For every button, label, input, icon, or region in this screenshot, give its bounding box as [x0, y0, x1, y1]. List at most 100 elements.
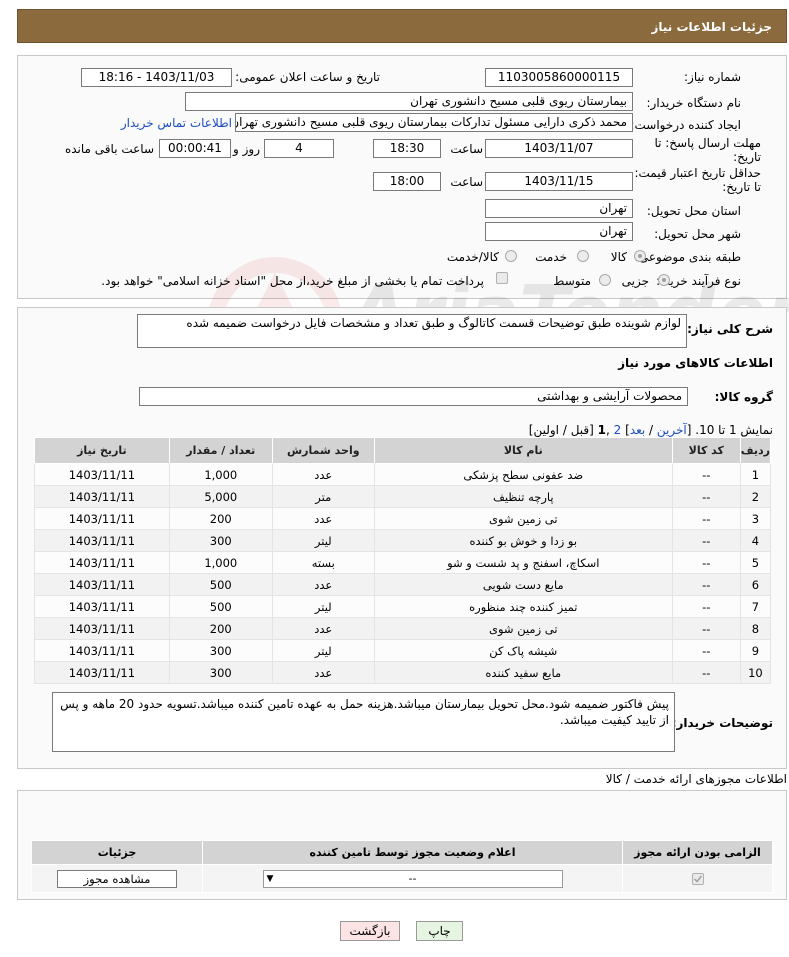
table-row: 10 -- مایع سفید کننده عدد 300 1403/11/11: [34, 661, 772, 684]
need-number-field: 1103005860000115: [485, 68, 633, 87]
remaining-time-field: 00:00:41: [159, 139, 231, 158]
item-code-cell: --: [671, 617, 741, 640]
item-qty-cell: 500: [168, 595, 273, 618]
table-row: 3 -- تی زمین شوی عدد 200 1403/11/11: [34, 507, 772, 530]
pagination-suffix: [قبل / اولین]: [528, 423, 598, 437]
reply-deadline-label: مهلت ارسال پاسخ: تا تاریخ:: [654, 136, 761, 164]
items-table-header: ردیف کد کالا نام کالا واحد شمارش تعداد /…: [34, 437, 772, 464]
item-unit-cell: بسته: [271, 551, 375, 574]
table-row: 4 -- بو زدا و خوش بو کننده لیتر 300 1403/11/1…: [34, 529, 772, 552]
item-date-cell: 1403/11/11: [34, 661, 170, 684]
reply-date-field: 1403/11/07: [485, 139, 633, 158]
items-table: ردیف کد کالا نام کالا واحد شمارش تعداد /…: [34, 437, 772, 684]
pagination-close: ]: [621, 423, 630, 437]
row-number-cell: 10: [739, 661, 772, 684]
item-unit-cell: عدد: [271, 463, 375, 486]
validity-time-field: 18:00: [373, 172, 441, 191]
goods-group-field: محصولات آرایشی و بهداشتی: [139, 387, 688, 406]
goods-group-label: گروه کالا:: [714, 390, 773, 404]
item-date-cell: 1403/11/11: [34, 529, 170, 552]
item-date-cell: 1403/11/11: [34, 639, 170, 662]
treasury-payment-checkbox[interactable]: [496, 272, 508, 284]
summary-textarea[interactable]: لوازم شوینده طبق توضیحات قسمت کاتالوگ و …: [137, 314, 687, 348]
process-minor-radio[interactable]: [658, 274, 670, 286]
print-button[interactable]: چاپ: [416, 921, 463, 941]
table-row: 2 -- پارچه تنظیف متر 5,000 1403/11/11: [34, 485, 772, 508]
table-row: 1 -- ضد عفونی سطح پزشکی عدد 1,000 1403/11/11: [34, 463, 772, 486]
validity-label: حداقل تاریخ اعتبار قیمت: تا تاریخ:: [634, 166, 761, 194]
item-qty-cell: 200: [168, 617, 273, 640]
perm-col-details: جزئیات: [31, 840, 203, 865]
city-label: شهر محل تحویل:: [654, 227, 741, 241]
category-label: طبقه بندی موضوعی:: [634, 250, 741, 264]
col-name: نام کالا: [373, 437, 673, 464]
item-date-cell: 1403/11/11: [34, 617, 170, 640]
item-name-cell: تی زمین شوی: [373, 507, 673, 530]
row-number-cell: 6: [739, 573, 772, 596]
buyer-notes-label: توضیحات خریدار:: [671, 716, 773, 730]
treasury-payment-note: پرداخت تمام یا بخشی از مبلغ خرید،از محل …: [101, 274, 484, 288]
category-goods-radio[interactable]: [634, 250, 646, 262]
item-date-cell: 1403/11/11: [34, 551, 170, 574]
row-number-cell: 5: [739, 551, 772, 574]
category-goods-label: کالا: [610, 250, 627, 264]
item-name-cell: تی زمین شوی: [373, 617, 673, 640]
table-row: 8 -- تی زمین شوی عدد 200 1403/11/11: [34, 617, 772, 640]
check-icon: [693, 875, 702, 883]
item-unit-cell: لیتر: [271, 529, 375, 552]
item-name-cell: ضد عفونی سطح پزشکی: [373, 463, 673, 486]
page-title: جزئیات اطلاعات نیاز: [651, 20, 772, 34]
table-row: 7 -- تمیز کننده چند منظوره لیتر 500 1403/11/1…: [34, 595, 772, 618]
item-code-cell: --: [671, 551, 741, 574]
item-code-cell: --: [671, 595, 741, 618]
item-code-cell: --: [671, 463, 741, 486]
item-name-cell: اسکاچ، اسفنج و پد شست و شو: [373, 551, 673, 574]
buyer-notes-textarea[interactable]: پیش فاکتور ضمیمه شود.محل تحویل بیمارستان…: [52, 692, 675, 752]
buyer-contact-link[interactable]: اطلاعات تماس خریدار: [121, 116, 232, 130]
item-qty-cell: 200: [168, 507, 273, 530]
col-row: ردیف: [739, 437, 772, 464]
page-header: جزئیات اطلاعات نیاز: [17, 9, 787, 43]
item-code-cell: --: [671, 485, 741, 508]
permits-row: -- ▼ مشاهده مجوز: [31, 864, 773, 893]
goods-info-title: اطلاعات کالاهای مورد نیاز: [618, 356, 773, 370]
perm-status-select[interactable]: -- ▼: [262, 869, 563, 888]
item-name-cell: مایع سفید کننده: [373, 661, 673, 684]
process-medium-radio[interactable]: [599, 274, 611, 286]
pagination-last-link[interactable]: آخرین: [657, 423, 687, 437]
permits-table: الزامی بودن ارائه مجوز اعلام وضعیت مجوز …: [31, 840, 773, 893]
category-service-radio[interactable]: [577, 250, 589, 262]
view-permit-button[interactable]: مشاهده مجوز: [57, 869, 177, 888]
item-unit-cell: متر: [271, 485, 375, 508]
perm-details-cell: مشاهده مجوز: [31, 864, 203, 893]
item-qty-cell: 300: [168, 529, 273, 552]
pagination-next-link[interactable]: بعد: [630, 423, 645, 437]
remaining-time-label: ساعت باقی مانده: [64, 142, 154, 156]
item-qty-cell: 1,000: [168, 463, 273, 486]
item-qty-cell: 300: [168, 661, 273, 684]
item-unit-cell: عدد: [271, 617, 375, 640]
col-code: کد کالا: [671, 437, 741, 464]
perm-status-value: --: [408, 871, 417, 885]
table-row: 9 -- شیشه پاک کن لیتر 300 1403/11/11: [34, 639, 772, 662]
perm-status-cell: -- ▼: [202, 864, 623, 893]
row-number-cell: 2: [739, 485, 772, 508]
category-goods-service-label: کالا/خدمت: [446, 250, 499, 264]
pagination-comma: ,: [606, 423, 614, 437]
need-number-label: شماره نیاز:: [684, 70, 741, 84]
item-date-cell: 1403/11/11: [34, 595, 170, 618]
item-name-cell: تمیز کننده چند منظوره: [373, 595, 673, 618]
item-code-cell: --: [671, 507, 741, 530]
item-unit-cell: لیتر: [271, 595, 375, 618]
category-goods-service-radio[interactable]: [505, 250, 517, 262]
process-medium-label: متوسط: [553, 274, 591, 288]
item-name-cell: مایع دست شویی: [373, 573, 673, 596]
days-label: روز و: [233, 142, 260, 156]
province-label: استان محل تحویل:: [646, 204, 741, 218]
back-button[interactable]: بازگشت: [340, 921, 400, 941]
item-name-cell: پارچه تنظیف: [373, 485, 673, 508]
item-code-cell: --: [671, 529, 741, 552]
row-number-cell: 7: [739, 595, 772, 618]
item-name-cell: شیشه پاک کن: [373, 639, 673, 662]
perm-col-status: اعلام وضعیت مجوز توسط تامین کننده: [202, 840, 623, 865]
